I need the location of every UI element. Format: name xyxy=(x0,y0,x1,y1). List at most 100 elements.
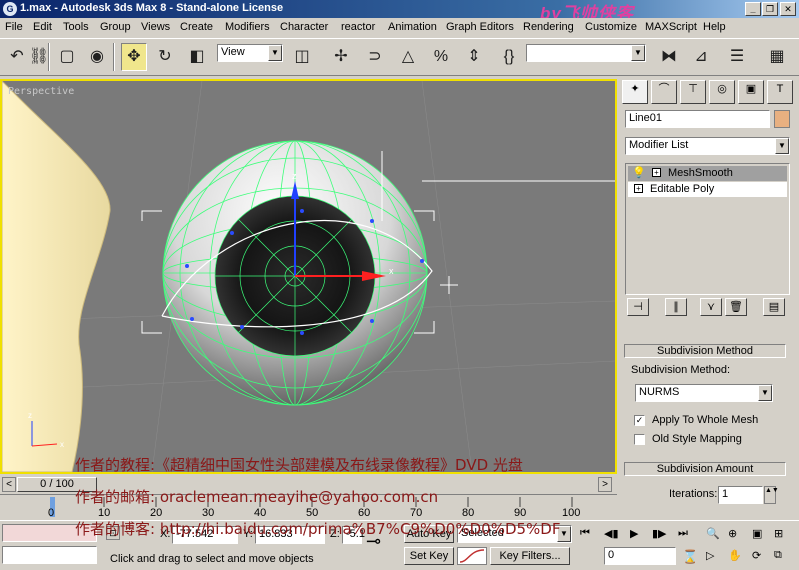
menu-animation[interactable]: Animation xyxy=(388,21,437,33)
utilities-tab-icon[interactable]: T xyxy=(767,80,793,104)
snap-toggle-icon[interactable]: ⊃ xyxy=(362,43,388,71)
hierarchy-tab-icon[interactable]: ⊤ xyxy=(680,80,706,104)
menu-views[interactable]: Views xyxy=(141,21,170,33)
curve-editor-icon[interactable]: ▦ xyxy=(764,43,790,71)
menu-edit[interactable]: Edit xyxy=(33,21,52,33)
svg-text:z: z xyxy=(28,411,32,420)
menu-reactor[interactable]: reactor xyxy=(341,21,375,33)
maxscript-output-field[interactable] xyxy=(2,546,97,564)
select-manipulate-icon[interactable]: ✢ xyxy=(328,43,354,71)
menu-group[interactable]: Group xyxy=(100,21,131,33)
object-color-swatch[interactable] xyxy=(774,110,790,128)
arc-rotate-icon[interactable]: ⟳ xyxy=(752,549,761,562)
tangent-type-icon[interactable] xyxy=(457,547,487,565)
menu-rendering[interactable]: Rendering xyxy=(523,21,574,33)
menu-tools[interactable]: Tools xyxy=(63,21,89,33)
scale-icon[interactable]: ◧ xyxy=(184,43,210,71)
previous-frame-icon[interactable]: ◀▮ xyxy=(604,527,619,540)
menu-character[interactable]: Character xyxy=(280,21,328,33)
menu-maxscript[interactable]: MAXScript xyxy=(645,21,697,33)
show-end-result-icon[interactable]: ∥ xyxy=(665,298,687,316)
stack-tools: ⊣ ∥ ⋎ 🗑 ▤ xyxy=(625,298,790,316)
create-tab-icon[interactable]: ✦ xyxy=(622,80,648,104)
rotate-icon[interactable]: ↻ xyxy=(152,43,178,71)
overlay-tutorial-line: 作者的教程:《超精细中国女性头部建模及布线录像教程》DVD 光盘 xyxy=(75,456,523,474)
mirror-icon[interactable]: ⧓ xyxy=(656,43,682,71)
apply-whole-mesh-checkbox[interactable]: ✓ xyxy=(634,415,645,426)
time-prev-icon[interactable]: < xyxy=(2,477,16,492)
menu-create[interactable]: Create xyxy=(180,21,213,33)
reference-coordinate-dropdown[interactable]: View ▼ xyxy=(217,44,283,62)
current-frame-field[interactable]: 0 xyxy=(604,547,676,565)
stack-item-meshsmooth[interactable]: 💡 + MeshSmooth xyxy=(628,166,787,181)
close-button[interactable]: ✕ xyxy=(780,2,796,16)
named-selection-sets-dropdown[interactable]: ▼ xyxy=(526,44,646,62)
menu-customize[interactable]: Customize xyxy=(585,21,637,33)
move-icon[interactable]: ✥ xyxy=(121,43,147,71)
stack-item-editable-poly[interactable]: + Editable Poly xyxy=(628,182,787,197)
modifier-stack[interactable]: 💡 + MeshSmooth + Editable Poly xyxy=(625,163,790,295)
menu-help[interactable]: Help xyxy=(703,21,726,33)
time-next-icon[interactable]: > xyxy=(598,477,612,492)
motion-tab-icon[interactable]: ◎ xyxy=(709,80,735,104)
remove-modifier-icon[interactable]: 🗑 xyxy=(725,298,747,316)
go-to-start-icon[interactable]: ⏮ xyxy=(580,527,590,540)
prompt-line: Click and drag to select and move object… xyxy=(110,553,314,565)
layer-manager-icon[interactable]: ☰ xyxy=(724,43,750,71)
minimize-button[interactable]: _ xyxy=(745,2,761,16)
modify-tab-icon[interactable]: ⌒ xyxy=(651,80,677,104)
viewport-label[interactable]: Perspective xyxy=(8,86,74,97)
spinner-snap-icon[interactable]: ⇕ xyxy=(461,43,487,71)
zoom-extents-all-icon[interactable]: ⊞ xyxy=(774,527,783,540)
zoom-all-icon[interactable]: ⊕ xyxy=(728,527,737,540)
toolbar-separator xyxy=(113,43,115,71)
perspective-viewport[interactable]: z x z x Perspective xyxy=(0,79,617,474)
bulb-icon[interactable]: 💡 xyxy=(632,166,646,179)
play-icon[interactable]: ▶ xyxy=(630,527,638,540)
rollout-subdivision-method[interactable]: Subdivision Method xyxy=(624,344,786,358)
align-icon[interactable]: ⊿ xyxy=(688,43,714,71)
pan-icon[interactable]: ✋ xyxy=(728,549,742,562)
expand-icon[interactable]: + xyxy=(652,168,661,177)
title-bar: G 1.max - Autodesk 3ds Max 8 - Stand-alo… xyxy=(0,0,799,23)
select-region-icon[interactable]: ▢ xyxy=(54,43,80,71)
spinner-arrows-icon[interactable]: ▲▼ xyxy=(764,486,779,504)
time-config-icon[interactable]: ⌛ xyxy=(682,549,698,565)
tick-label: 0 xyxy=(48,507,55,519)
menu-modifiers[interactable]: Modifiers xyxy=(225,21,270,33)
next-frame-icon[interactable]: ▮▶ xyxy=(652,527,667,540)
go-to-end-icon[interactable]: ⏭ xyxy=(678,527,688,540)
maximize-viewport-icon[interactable]: ⧉ xyxy=(774,549,782,562)
gizmo-x-label: x xyxy=(389,266,394,276)
pivot-center-icon[interactable]: ◫ xyxy=(289,43,315,71)
expand-icon[interactable]: + xyxy=(634,184,643,193)
modifier-list-dropdown[interactable]: Modifier List ▼ xyxy=(625,137,790,155)
toolbar-separator xyxy=(48,43,50,71)
menu-file[interactable]: File xyxy=(5,21,23,33)
named-selection-icon[interactable]: {} xyxy=(496,43,522,71)
angle-snap-icon[interactable]: △ xyxy=(395,43,421,71)
set-key-button[interactable]: Set Key xyxy=(404,547,454,565)
make-unique-icon[interactable]: ⋎ xyxy=(700,298,722,316)
playback-controls: ⏮ ◀▮ ▶ ▮▶ ⏭ xyxy=(580,525,698,543)
subdivision-method-dropdown[interactable]: NURMS ▼ xyxy=(635,384,773,402)
old-style-mapping-checkbox[interactable] xyxy=(634,434,645,445)
iterations-spinner[interactable]: 1 xyxy=(718,486,763,504)
viewport-scene: z x z x xyxy=(2,81,615,472)
iterations-label: Iterations: xyxy=(669,488,718,500)
key-filters-button[interactable]: Key Filters... xyxy=(490,547,570,565)
configure-sets-icon[interactable]: ▤ xyxy=(763,298,785,316)
subdivision-method-label: Subdivision Method: xyxy=(631,364,731,376)
select-by-name-icon[interactable]: ◉ xyxy=(84,43,110,71)
object-name-field[interactable]: Line01 xyxy=(625,110,770,128)
rollout-subdivision-amount[interactable]: Subdivision Amount xyxy=(624,462,786,476)
zoom-extents-icon[interactable]: ▣ xyxy=(752,527,762,540)
zoom-icon[interactable]: 🔍 xyxy=(706,527,720,540)
display-tab-icon[interactable]: ▣ xyxy=(738,80,764,104)
percent-snap-icon[interactable]: % xyxy=(428,43,454,71)
tick-label: 100 xyxy=(562,507,581,519)
pin-stack-icon[interactable]: ⊣ xyxy=(627,298,649,316)
field-of-view-icon[interactable]: ▷ xyxy=(706,549,714,562)
menu-graph-editors[interactable]: Graph Editors xyxy=(446,21,514,33)
maximize-button[interactable]: ❐ xyxy=(762,2,778,16)
